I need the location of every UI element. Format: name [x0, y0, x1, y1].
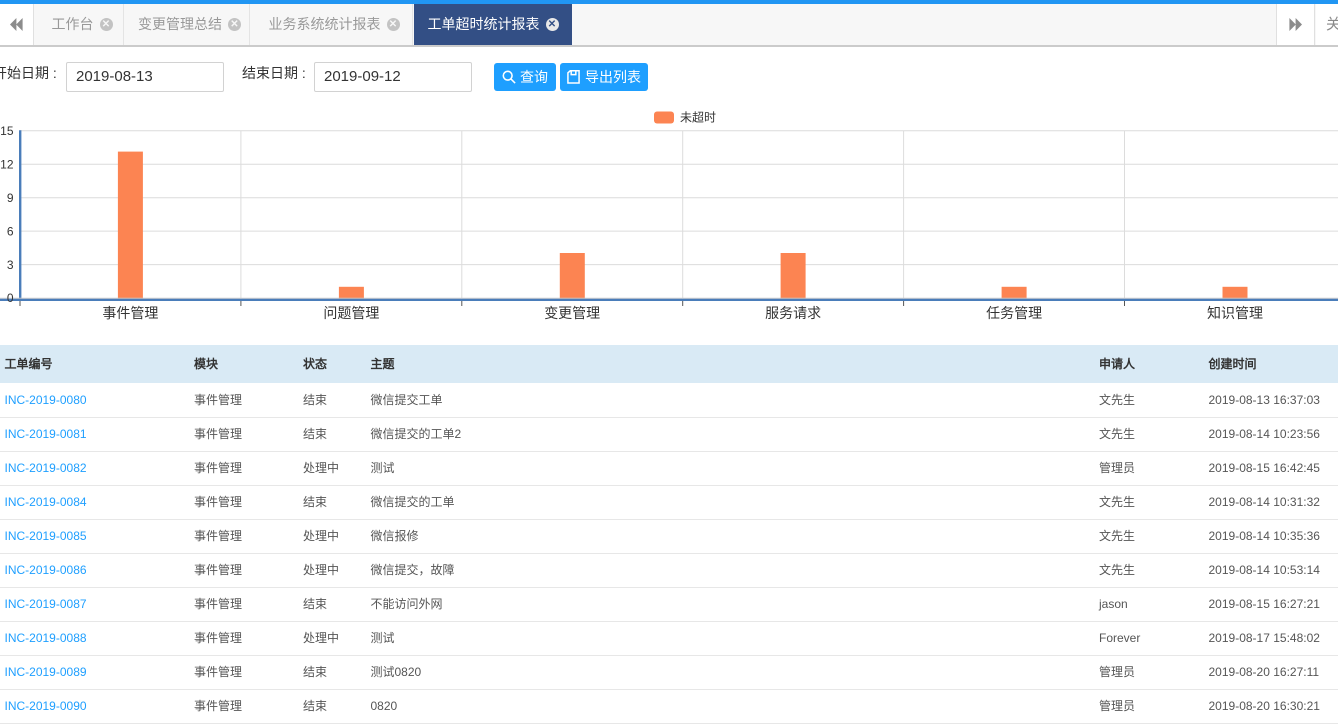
svg-text:15: 15	[0, 124, 14, 138]
svg-text:事件管理: 事件管理	[102, 305, 158, 321]
svg-text:未超时: 未超时	[680, 110, 716, 125]
svg-text:变更管理: 变更管理	[544, 305, 600, 321]
svg-text:9: 9	[7, 191, 14, 205]
svg-text:0: 0	[7, 291, 14, 305]
svg-text:服务请求: 服务请求	[765, 305, 821, 321]
svg-text:6: 6	[7, 224, 14, 238]
svg-text:3: 3	[7, 258, 14, 272]
svg-text:任务管理: 任务管理	[986, 305, 1042, 321]
svg-text:问题管理: 问题管理	[323, 305, 379, 321]
svg-text:12: 12	[0, 157, 14, 171]
svg-text:知识管理: 知识管理	[1207, 305, 1263, 321]
